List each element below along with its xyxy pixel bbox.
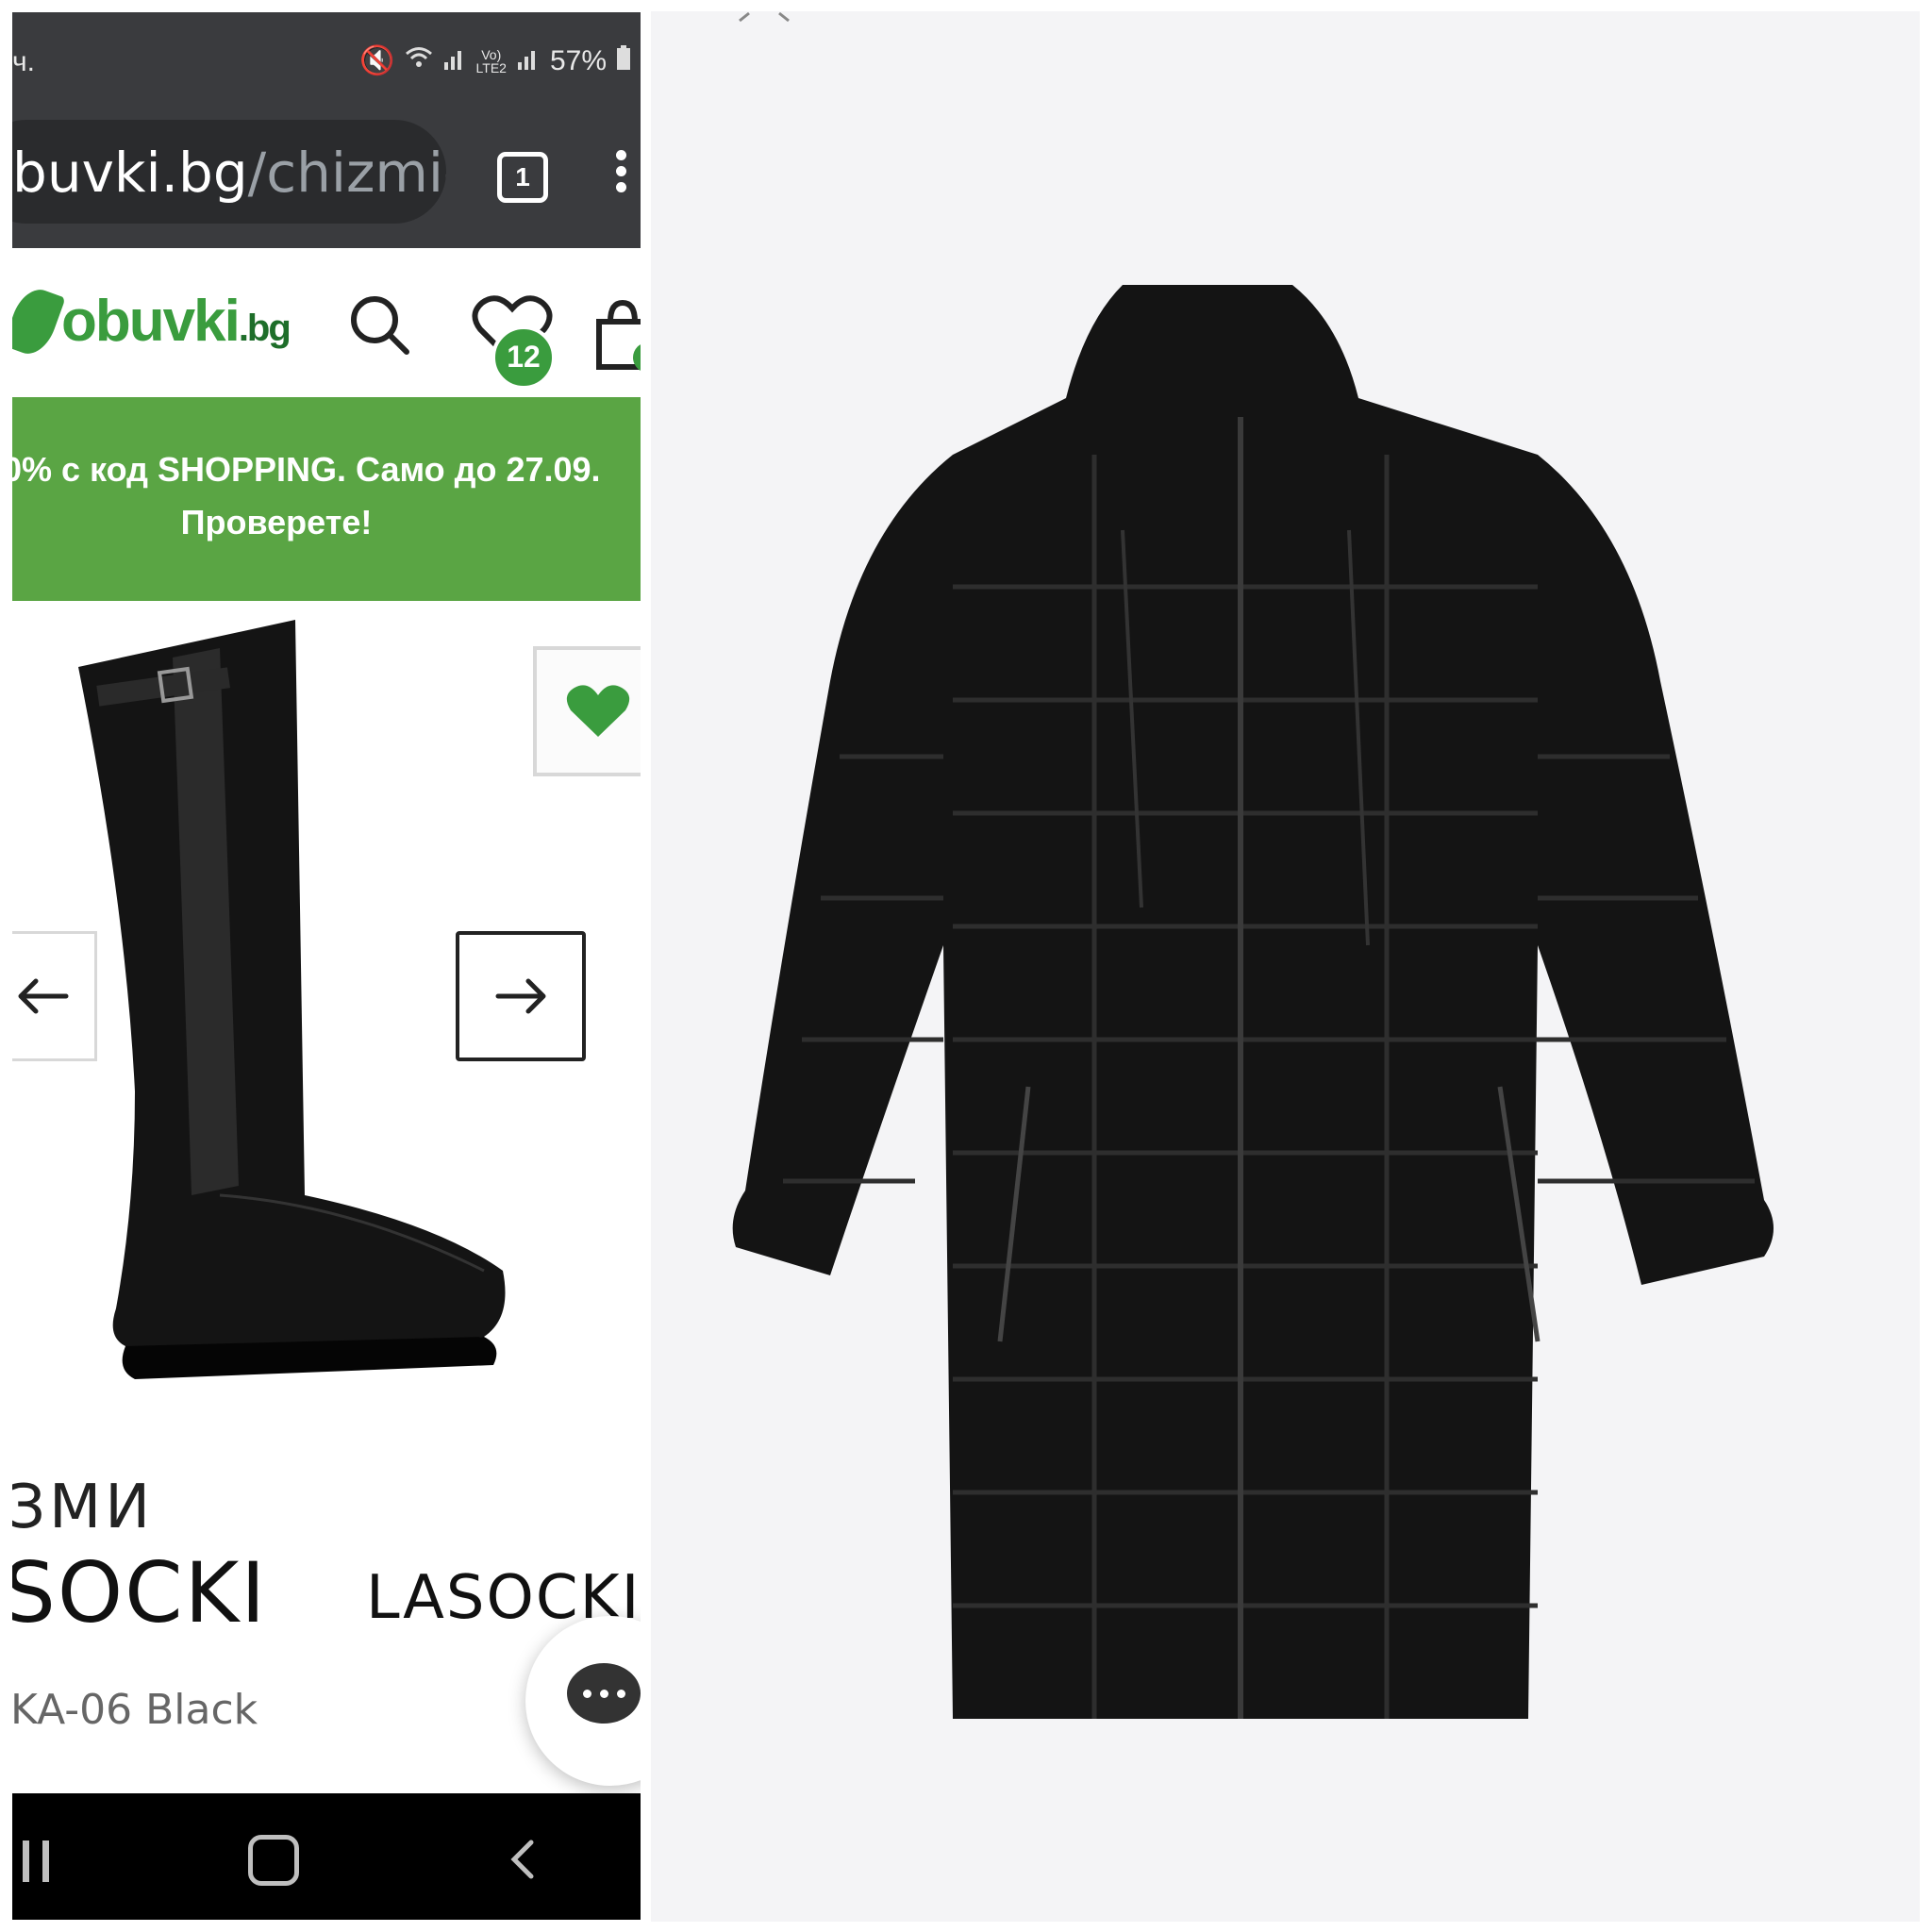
arrow-left-icon [18,978,69,1014]
back-icon[interactable] [503,1837,548,1882]
signal-icon [442,45,467,77]
favorites-count-badge: 12 [491,325,556,390]
puffer-coat-image [732,285,1774,1719]
promo-text-line1: 0% с код SHOPPING. Само до 27.09. [12,450,601,489]
android-nav-bar [12,1793,641,1920]
url-path: /chizmi-l [247,141,446,205]
promo-banner[interactable]: 0% с код SHOPPING. Само до 27.09. Провер… [12,397,641,601]
product-gallery [12,601,641,1431]
product-model: KA-06 Black [12,1686,258,1734]
chat-icon [567,1663,641,1724]
battery-level: 57% [549,44,607,76]
volte-icon: Vo) LTE2 [475,46,507,75]
recent-apps-icon[interactable] [12,1840,49,1882]
search-icon[interactable] [346,291,412,358]
heart-filled-icon [566,685,630,737]
hanger-icon [739,11,790,23]
browser-url-bar: buvki.bg/chizmi-l 1 [12,112,641,248]
status-icons: 🔇 Vo) LTE2 57% [359,44,631,77]
mute-icon: 🔇 [359,45,395,76]
signal-icon-2 [516,45,541,77]
add-to-wishlist-button[interactable] [533,646,641,776]
logo-suffix: .bg [238,308,291,349]
battery-icon [616,44,631,77]
gallery-prev-button[interactable] [12,931,97,1061]
promo-text-line2: Проверете! [180,503,373,541]
site-header: obuvki.bg 12 [12,248,641,397]
coat-photo-panel [651,11,1920,1922]
product-brand[interactable]: SOCKI [12,1544,267,1641]
home-icon[interactable] [248,1835,299,1886]
product-category: ЗМИ [12,1473,155,1542]
phone-screenshot: ч. 🔇 Vo)LTE2 57% buvki.bg/chizmi-l 1 [12,12,641,1920]
logo-text: obuvki [61,289,241,354]
status-time: ч. [12,46,35,77]
wifi-icon [405,45,433,77]
gallery-next-button[interactable] [456,931,586,1061]
site-logo[interactable]: obuvki.bg [12,282,291,360]
browser-menu-icon[interactable] [616,150,627,198]
leaf-icon [12,282,66,360]
url-domain: buvki.bg [12,141,248,205]
bag-icon[interactable] [590,295,641,371]
url-field[interactable]: buvki.bg/chizmi-l [12,120,446,224]
tab-switcher-button[interactable]: 1 [497,152,548,203]
arrow-right-icon [495,978,546,1014]
boot-image [78,620,506,1379]
status-bar: ч. 🔇 Vo) LTE2 57% [12,12,641,112]
